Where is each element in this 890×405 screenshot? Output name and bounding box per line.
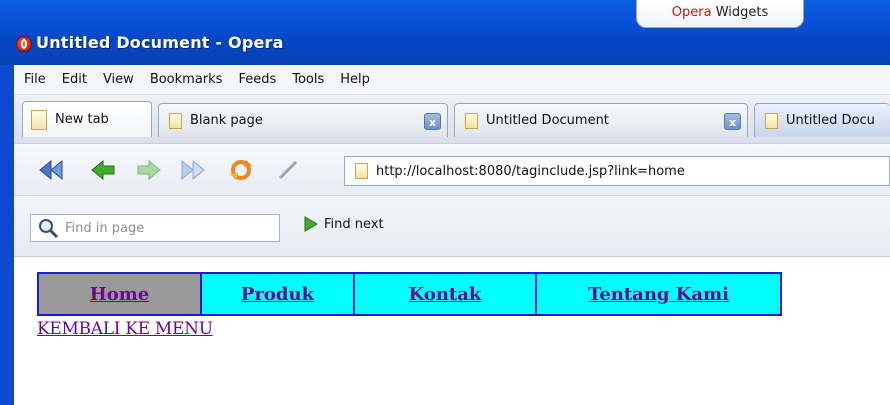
close-tab-icon[interactable]: x [724, 113, 741, 130]
page-icon [169, 112, 182, 129]
menu-link-tentang-kami[interactable]: Tentang Kami [588, 284, 729, 305]
back-to-menu-link[interactable]: KEMBALI KE MENU [37, 319, 213, 339]
menu-link-home[interactable]: Home [90, 284, 150, 305]
tab-label: Blank page [190, 113, 263, 128]
menu-cell-kontak[interactable]: Kontak [355, 274, 537, 314]
new-tab-icon [31, 109, 47, 130]
title-bar[interactable]: Untitled Document - Opera Opera Widgets [0, 0, 890, 65]
tab-blank-page[interactable]: Blank page x [158, 103, 448, 137]
opera-widgets-button[interactable]: Opera Widgets [636, 0, 804, 28]
menu-edit[interactable]: Edit [62, 72, 87, 87]
menu-view[interactable]: View [103, 72, 134, 87]
tab-label: Untitled Docu [786, 113, 875, 128]
page-icon [355, 163, 368, 179]
page-content: Home Produk Kontak Tentang Kami KEMBALI … [14, 257, 890, 405]
play-arrow-icon [304, 216, 318, 232]
tab-untitled-document-current[interactable]: Untitled Docu [754, 103, 890, 137]
navigation-toolbar: http://localhost:8080/taginclude.jsp?lin… [14, 143, 890, 195]
fast-forward-icon[interactable] [180, 158, 206, 182]
tab-new-tab[interactable]: New tab [22, 101, 152, 137]
tab-untitled-document[interactable]: Untitled Document x [454, 103, 748, 137]
find-placeholder: Find in page [65, 220, 145, 236]
menu-cell-produk[interactable]: Produk [202, 274, 355, 314]
close-tab-icon[interactable]: x [424, 113, 441, 130]
menu-bar: File Edit View Bookmarks Feeds Tools Hel… [14, 65, 890, 95]
opera-logo-icon [16, 36, 32, 52]
rewind-icon[interactable] [38, 158, 64, 182]
forward-icon[interactable] [136, 158, 162, 182]
menu-link-produk[interactable]: Produk [241, 284, 314, 305]
find-bar: Find in page Find next [14, 195, 890, 257]
page-icon [765, 112, 778, 129]
wand-icon[interactable] [276, 158, 302, 182]
address-url[interactable]: http://localhost:8080/taginclude.jsp?lin… [376, 164, 685, 179]
tab-label: Untitled Document [486, 113, 609, 128]
search-icon [39, 219, 59, 239]
menu-file[interactable]: File [24, 72, 46, 87]
menu-feeds[interactable]: Feeds [238, 72, 276, 87]
window-title: Untitled Document - Opera [36, 33, 284, 52]
widgets-label: Widgets [715, 5, 769, 20]
menu-cell-home[interactable]: Home [39, 274, 202, 314]
tab-bar: New tab Blank page x Untitled Document x… [14, 95, 890, 143]
reload-icon[interactable] [228, 158, 254, 182]
page-icon [465, 112, 478, 129]
menu-cell-tentang-kami[interactable]: Tentang Kami [537, 274, 780, 314]
menu-tools[interactable]: Tools [292, 72, 324, 87]
menu-link-kontak[interactable]: Kontak [409, 284, 482, 305]
window-left-border [0, 65, 14, 405]
menu-bookmarks[interactable]: Bookmarks [150, 72, 223, 87]
menu-help[interactable]: Help [340, 72, 370, 87]
back-icon[interactable] [90, 158, 116, 182]
widgets-brand: Opera [671, 5, 712, 20]
tab-label: New tab [55, 112, 109, 127]
find-next-label: Find next [324, 216, 384, 232]
address-bar[interactable]: http://localhost:8080/taginclude.jsp?lin… [344, 156, 890, 186]
find-in-page-input[interactable]: Find in page [30, 214, 280, 242]
find-next-button[interactable]: Find next [304, 216, 384, 232]
site-menu: Home Produk Kontak Tentang Kami [37, 272, 782, 316]
